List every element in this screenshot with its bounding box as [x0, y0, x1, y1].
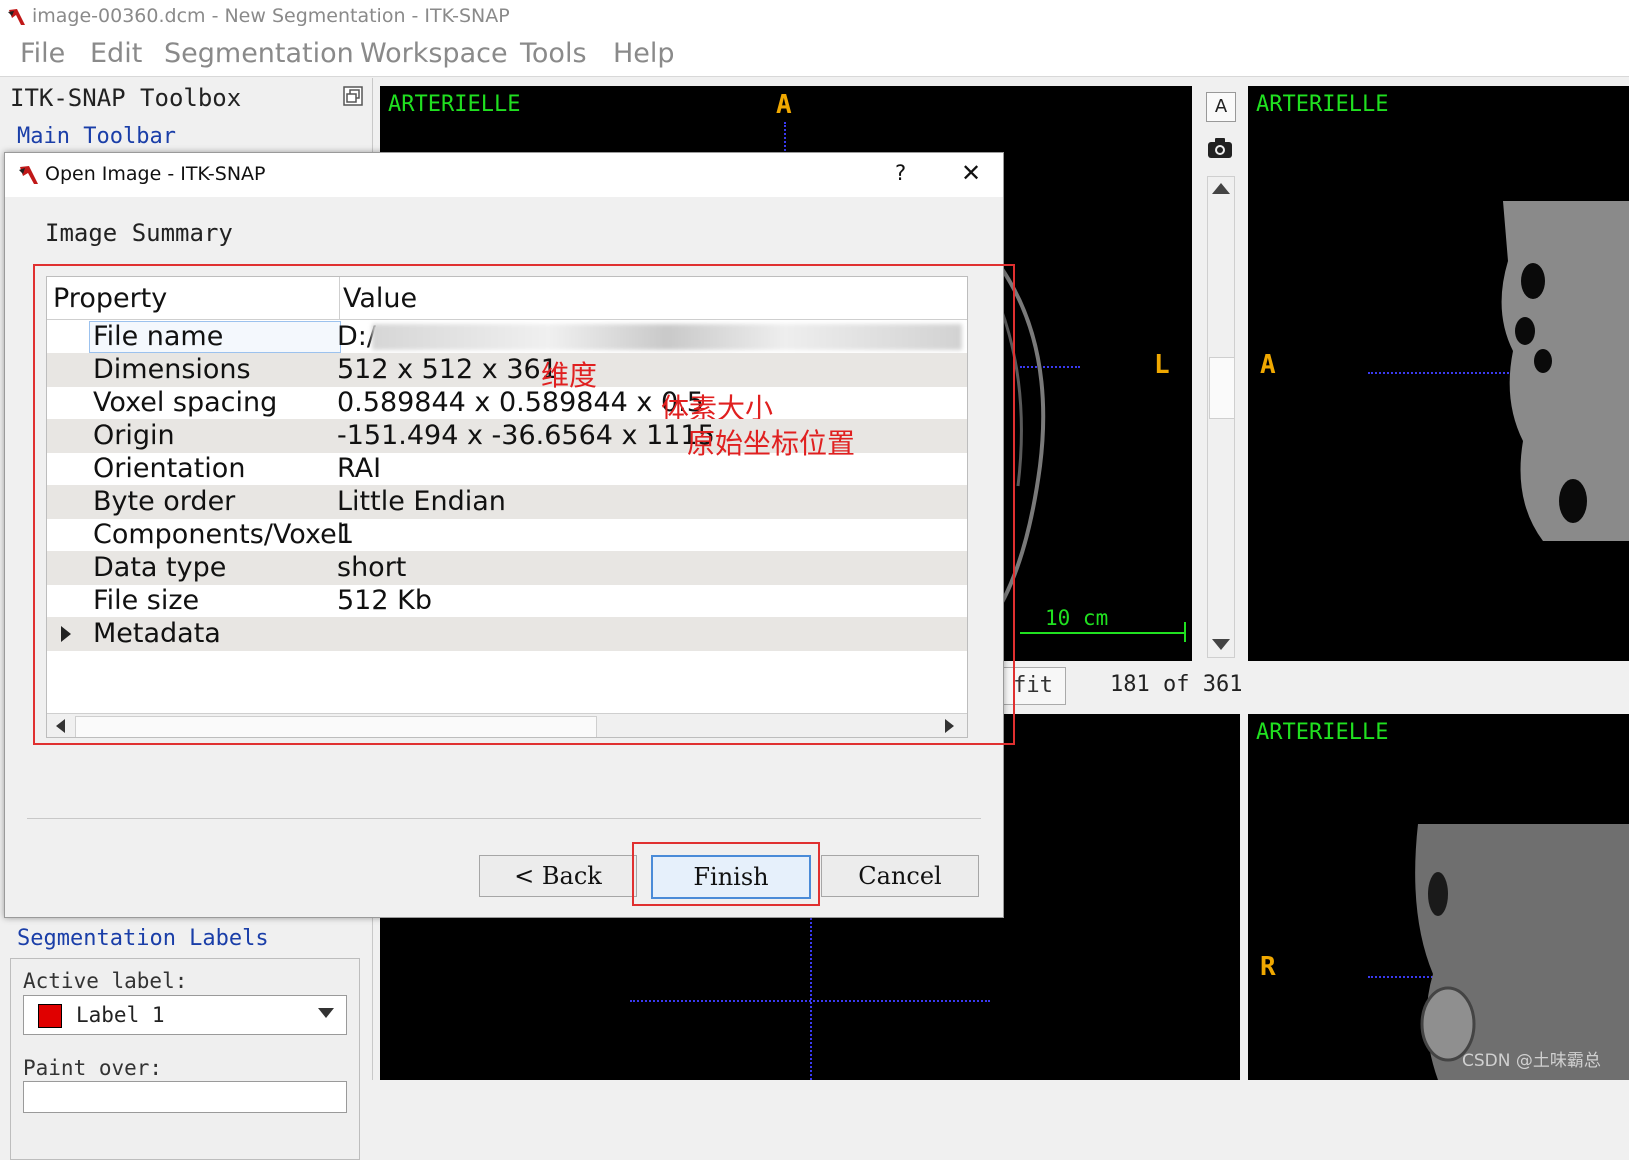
scale-bar-tick: [1184, 622, 1186, 642]
orientation-marker-left: R: [1260, 952, 1276, 982]
finish-highlight-frame: [632, 842, 820, 906]
sagittal-viewport[interactable]: ARTERIELLE A: [1248, 86, 1629, 661]
chevron-down-icon: [318, 1008, 334, 1018]
menu-edit[interactable]: Edit: [90, 38, 142, 69]
active-label-caption: Active label:: [23, 969, 188, 993]
scroll-down-icon[interactable]: [1212, 639, 1230, 650]
orientation-marker-top: A: [776, 90, 792, 120]
slice-counter: 181 of 361: [1110, 672, 1243, 697]
menu-segmentation[interactable]: Segmentation: [164, 38, 354, 69]
menu-help[interactable]: Help: [613, 38, 675, 69]
label-panel: Active label: Label 1 Paint over:: [10, 958, 360, 1160]
dialog-divider: [27, 818, 981, 819]
viewport-label: ARTERIELLE: [1256, 92, 1389, 117]
scale-bar: [1020, 632, 1186, 634]
slice-scrollbar[interactable]: [1207, 176, 1235, 658]
paint-over-caption: Paint over:: [23, 1056, 163, 1080]
cancel-button[interactable]: Cancel: [821, 855, 979, 897]
scroll-up-icon[interactable]: [1212, 183, 1230, 194]
image-summary-heading: Image Summary: [45, 219, 233, 247]
third-viewport[interactable]: ARTERIELLE R: [1248, 714, 1629, 1080]
menu-tools[interactable]: Tools: [520, 38, 587, 69]
close-icon[interactable]: ✕: [961, 159, 981, 187]
itk-snap-logo-icon: [8, 9, 25, 25]
dialog-title-bar: Open Image - ITK-SNAP ? ✕: [5, 153, 1003, 197]
label-color-swatch: [38, 1004, 62, 1028]
back-button[interactable]: < Back: [479, 855, 637, 897]
ct-image: [1415, 824, 1629, 1080]
crosshair-horizontal: [630, 1000, 990, 1002]
active-label-value: Label 1: [76, 1003, 165, 1027]
annotation-text-icon[interactable]: A: [1206, 92, 1236, 122]
segmentation-labels-heading[interactable]: Segmentation Labels: [17, 926, 269, 951]
paint-over-select[interactable]: [23, 1081, 347, 1113]
annotation-highlight-frame: [33, 264, 1015, 745]
restore-window-icon[interactable]: [343, 86, 363, 106]
scale-bar-label: 10 cm: [1045, 606, 1109, 630]
ct-sagittal-image: [1501, 201, 1629, 541]
viewport-label: ARTERIELLE: [388, 92, 521, 117]
viewport-label: ARTERIELLE: [1256, 720, 1389, 745]
toolbox-title: ITK-SNAP Toolbox: [10, 84, 242, 112]
viewport-side-toolbar: A: [1198, 86, 1242, 661]
window-title: image-00360.dcm - New Segmentation - ITK…: [32, 5, 510, 27]
orientation-marker-right: L: [1154, 350, 1170, 380]
window-title-bar: image-00360.dcm - New Segmentation - ITK…: [0, 0, 1629, 34]
scrollbar-thumb[interactable]: [1209, 357, 1235, 419]
menu-file[interactable]: File: [20, 38, 65, 69]
menu-bar: File Edit Segmentation Workspace Tools H…: [0, 34, 1629, 77]
menu-workspace[interactable]: Workspace: [360, 38, 508, 69]
watermark: CSDN @土味霸总: [1462, 1051, 1601, 1071]
camera-icon[interactable]: [1206, 136, 1234, 160]
help-icon[interactable]: ?: [895, 161, 906, 185]
active-label-select[interactable]: Label 1: [23, 995, 347, 1035]
main-toolbar-heading[interactable]: Main Toolbar: [17, 124, 176, 149]
orientation-marker-left: A: [1260, 350, 1276, 380]
itk-snap-logo-icon: [19, 166, 38, 184]
dialog-title: Open Image - ITK-SNAP: [45, 163, 266, 185]
